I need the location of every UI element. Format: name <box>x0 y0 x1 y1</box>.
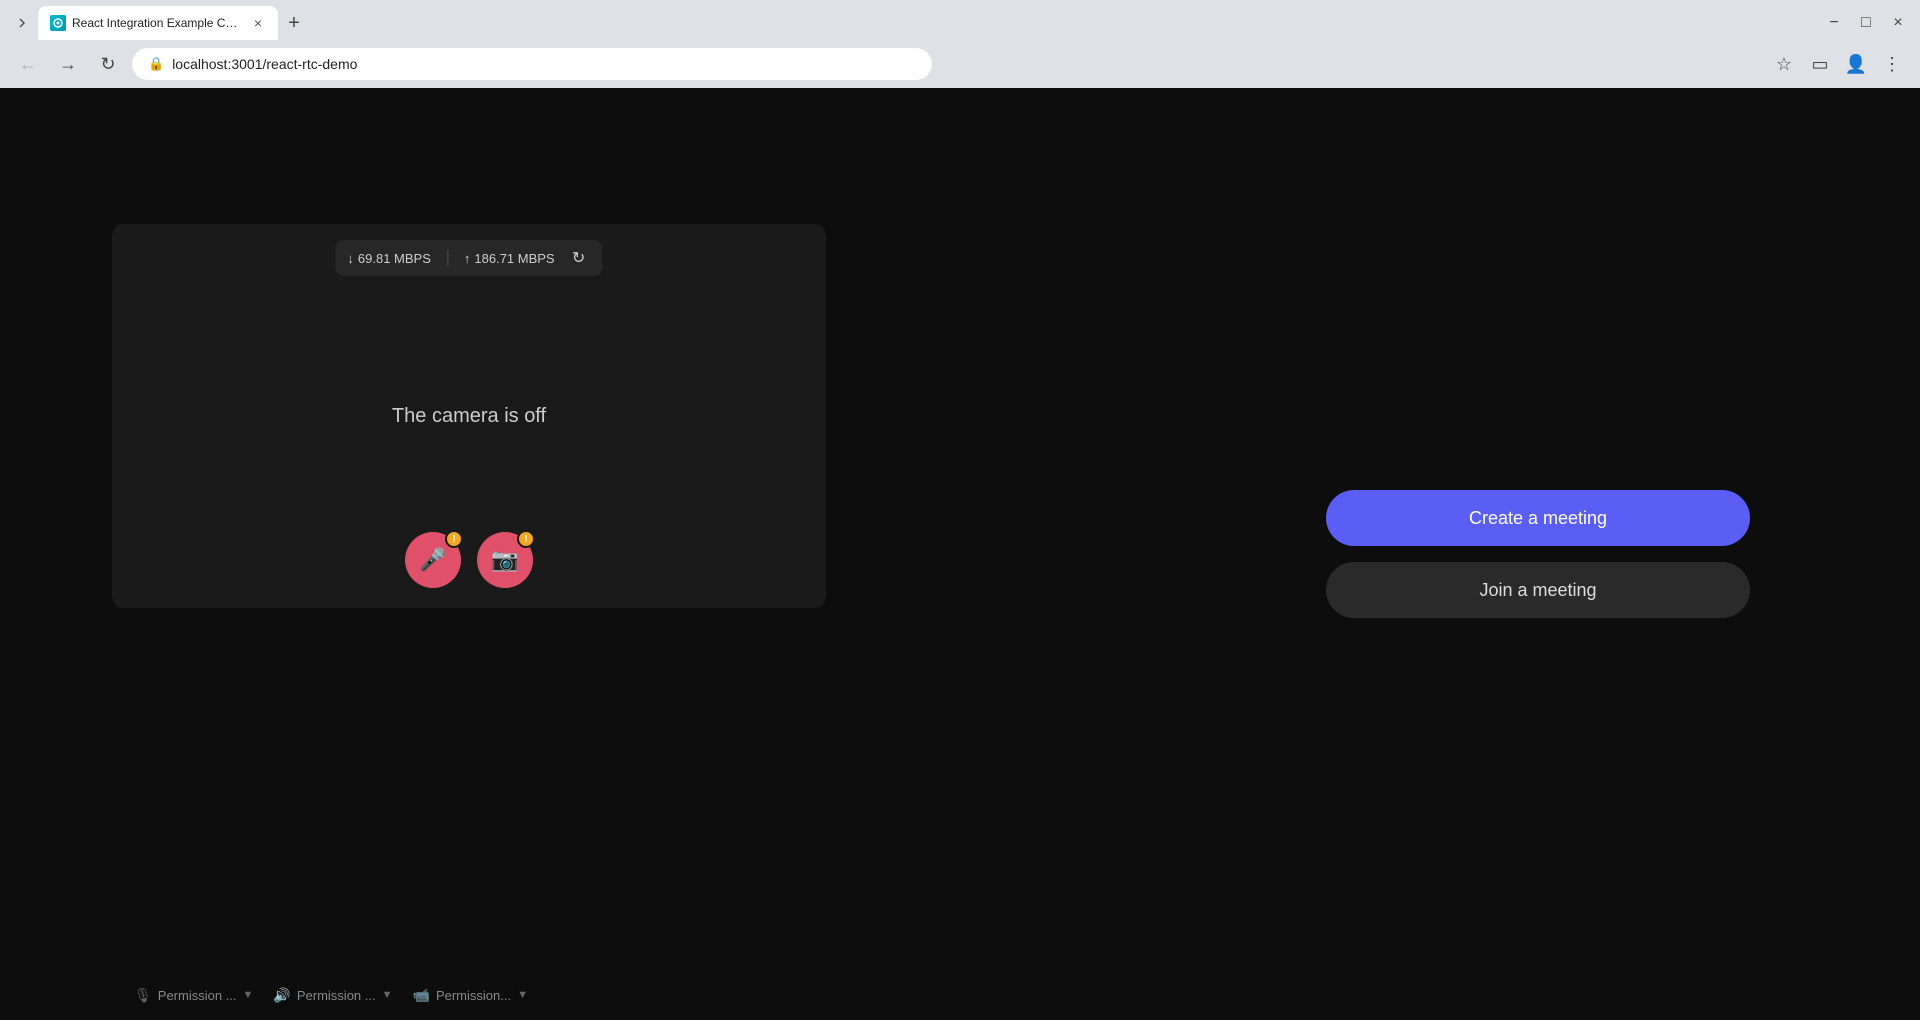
video-panel: ↓ 69.81 MBPS ↑ 186.71 MBPS ↻ The camera … <box>112 224 826 608</box>
tab-title: React Integration Example Cod... <box>72 16 244 30</box>
upload-speed: 186.71 MBPS <box>474 251 554 266</box>
camera-icon: 📹 <box>413 987 430 1004</box>
reload-button[interactable]: ↻ <box>92 48 124 80</box>
mute-badge: ! <box>445 530 463 548</box>
new-tab-button[interactable]: + <box>280 9 308 37</box>
profile-button[interactable]: 👤 <box>1840 48 1872 80</box>
tab-collapse-button[interactable] <box>8 9 36 37</box>
download-arrow-icon: ↓ <box>347 251 354 266</box>
mic-permission-selector[interactable]: 🎙 Permission ... ▼ <box>124 981 263 1010</box>
browser-chrome: React Integration Example Cod... × + − □… <box>0 0 1920 88</box>
download-stat: ↓ 69.81 MBPS <box>347 251 431 266</box>
sidebar-button[interactable]: ▭ <box>1804 48 1836 80</box>
video-button[interactable]: 📷 ! <box>477 532 533 588</box>
download-speed: 69.81 MBPS <box>358 251 431 266</box>
address-bar: ← → ↻ 🔒 localhost:3001/react-rtc-demo ☆ … <box>0 40 1920 88</box>
minimize-button[interactable]: − <box>1820 9 1848 37</box>
upload-arrow-icon: ↑ <box>464 251 471 266</box>
video-stats-bar: ↓ 69.81 MBPS ↑ 186.71 MBPS ↻ <box>335 240 602 276</box>
camera-permission-selector[interactable]: 📹 Permission... ▼ <box>403 981 538 1010</box>
title-bar: React Integration Example Cod... × + − □… <box>0 0 1920 40</box>
main-content: ↓ 69.81 MBPS ↑ 186.71 MBPS ↻ The camera … <box>0 88 1920 1020</box>
bookmark-button[interactable]: ☆ <box>1768 48 1800 80</box>
maximize-button[interactable]: □ <box>1852 9 1880 37</box>
upload-stat: ↑ 186.71 MBPS <box>464 251 555 266</box>
url-bar[interactable]: 🔒 localhost:3001/react-rtc-demo <box>132 48 932 80</box>
mic-chevron-icon: ▼ <box>243 989 254 1001</box>
back-button[interactable]: ← <box>12 48 44 80</box>
media-controls: 🎤 ! 📷 ! <box>405 532 533 588</box>
mic-permission-label: Permission ... <box>158 988 237 1003</box>
tab-favicon-icon <box>50 15 66 31</box>
forward-button[interactable]: → <box>52 48 84 80</box>
mic-off-icon: 🎤 <box>419 547 446 573</box>
active-tab[interactable]: React Integration Example Cod... × <box>38 6 278 40</box>
right-panel: Create a meeting Join a meeting <box>1326 490 1750 618</box>
speaker-chevron-icon: ▼ <box>382 989 393 1001</box>
menu-button[interactable]: ⋮ <box>1876 48 1908 80</box>
mic-icon: 🎙 <box>134 987 152 1004</box>
camera-permission-label: Permission... <box>436 988 511 1003</box>
speaker-permission-selector[interactable]: 🔊 Permission ... ▼ <box>263 981 402 1010</box>
speaker-icon: 🔊 <box>273 987 290 1004</box>
video-off-icon: 📷 <box>491 547 518 573</box>
camera-chevron-icon: ▼ <box>517 989 528 1001</box>
toolbar-right: ☆ ▭ 👤 ⋮ <box>1768 48 1908 80</box>
url-text: localhost:3001/react-rtc-demo <box>172 56 357 72</box>
mute-button[interactable]: 🎤 ! <box>405 532 461 588</box>
tab-group: React Integration Example Cod... × + <box>8 6 308 40</box>
camera-off-label: The camera is off <box>392 405 546 428</box>
tab-close-button[interactable]: × <box>250 15 266 31</box>
video-badge: ! <box>517 530 535 548</box>
window-controls: − □ × <box>1820 9 1912 37</box>
create-meeting-button[interactable]: Create a meeting <box>1326 490 1750 546</box>
stat-divider <box>447 250 448 266</box>
speaker-permission-label: Permission ... <box>297 988 376 1003</box>
close-window-button[interactable]: × <box>1884 9 1912 37</box>
join-meeting-button[interactable]: Join a meeting <box>1326 562 1750 618</box>
permissions-bar: 🎙 Permission ... ▼ 🔊 Permission ... ▼ 📹 … <box>112 970 826 1020</box>
refresh-stats-button[interactable]: ↻ <box>567 246 591 270</box>
